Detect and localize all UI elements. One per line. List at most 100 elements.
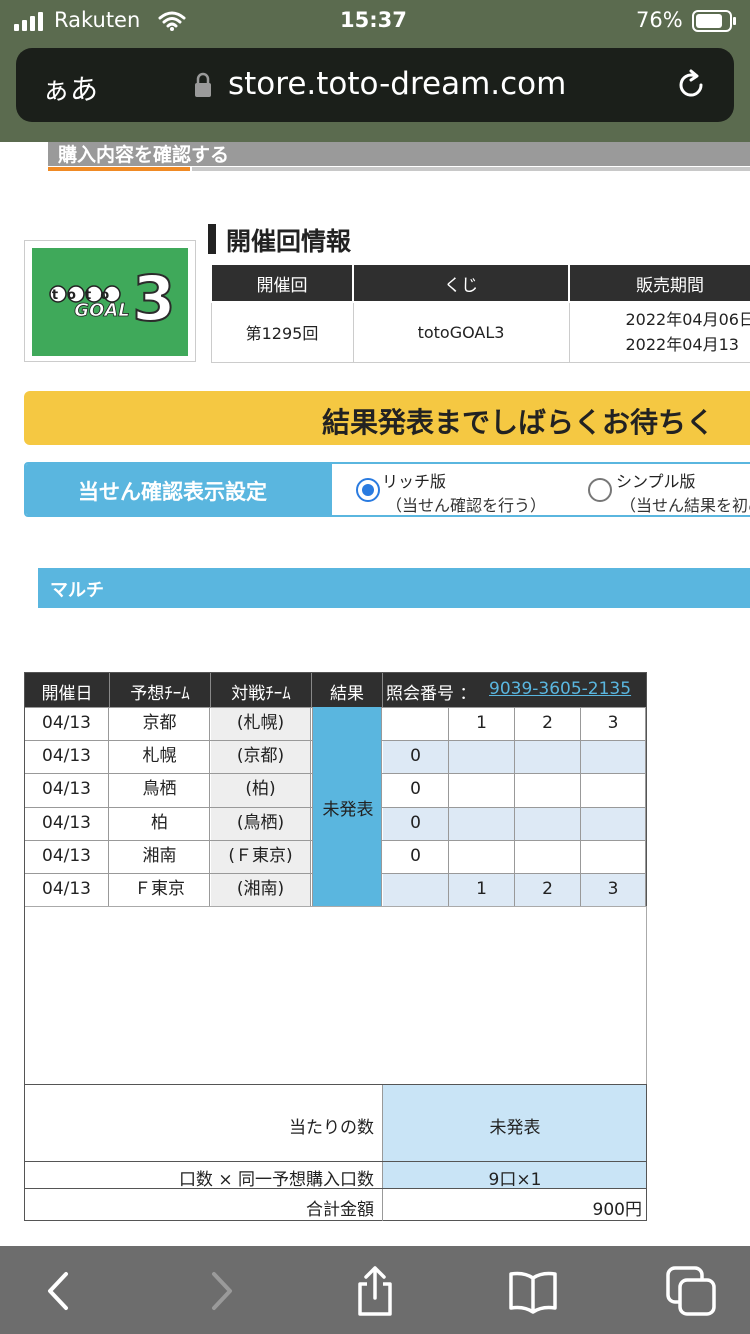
hits-value: 未発表 — [489, 1118, 541, 1138]
kaisai-info-table: 開催回 くじ 販売期間 第1295回 totoGOAL3 2022年04月06日… — [210, 263, 750, 363]
signal-icon — [14, 11, 48, 31]
browser-toolbar — [0, 1246, 750, 1334]
text-size-button[interactable]: ぁあ — [42, 68, 98, 108]
cell-choice: 3 — [581, 874, 646, 908]
header-kaisai: 開催回 — [210, 263, 354, 303]
total-row: 合計金額 900円 — [25, 1188, 646, 1221]
display-setting-label-box: 当せん確認表示設定 — [26, 464, 332, 515]
step-progress-track — [192, 167, 750, 171]
total-value: 900円 — [592, 1200, 642, 1220]
share-icon[interactable] — [348, 1264, 402, 1318]
tabs-icon[interactable] — [664, 1264, 718, 1318]
total-label: 合計金額 — [306, 1200, 374, 1220]
kaisai-value: 第1295回 — [210, 301, 354, 363]
back-icon[interactable] — [32, 1264, 86, 1318]
carrier-name: Rakuten — [54, 8, 141, 32]
hits-row: 当たりの数 未発表 — [25, 1084, 646, 1161]
reload-icon[interactable] — [674, 68, 708, 102]
hits-label: 当たりの数 — [289, 1118, 374, 1138]
step-progress-active — [48, 167, 190, 171]
cell-choice — [515, 741, 581, 775]
option-rich-title[interactable]: リッチ版 — [382, 468, 446, 492]
banner-text: 結果発表までしばらくお待ちく — [322, 406, 715, 439]
cell-choice: 0 — [383, 807, 449, 841]
units-row: 口数 × 同一予想購入口数 9口×1 — [25, 1161, 646, 1190]
cell-choice — [383, 708, 449, 742]
cell-choice: 2 — [515, 708, 581, 742]
empty-area — [25, 906, 646, 1084]
inquiry-number-link[interactable]: 9039-3605-2135 — [489, 679, 631, 699]
section-marker — [208, 224, 216, 254]
cell-team: 京都 — [110, 708, 210, 742]
clock: 15:37 — [340, 8, 407, 32]
result-status-cell: 未発表 — [312, 707, 382, 906]
option-simple-sub[interactable]: （当せん結果を初め — [620, 492, 750, 515]
cell-team: Ｆ東京 — [110, 874, 210, 908]
units-label: 口数 × 同一予想購入口数 — [178, 1170, 374, 1190]
cell-opponent: (鳥栖) — [211, 807, 311, 841]
url-text[interactable]: store.toto-dream.com — [228, 66, 566, 102]
cell-team: 札幌 — [110, 741, 210, 775]
cell-choice: 0 — [383, 741, 449, 775]
radio-simple[interactable]: シンプル版 （当せん結果を初め — [588, 464, 750, 515]
cell-date: 04/13 — [25, 807, 109, 841]
cell-choice: 2 — [515, 874, 581, 908]
radio-selected-icon[interactable] — [356, 478, 380, 502]
totogoal3-logo: 3 GOAL toto — [24, 240, 196, 362]
cell-choice — [383, 874, 449, 908]
cell-opponent: (札幌) — [211, 708, 311, 742]
kuji-value: totoGOAL3 — [352, 301, 570, 363]
lock-icon — [194, 72, 212, 98]
multi-section-bar: マルチ — [38, 568, 750, 608]
result-wait-banner: 結果発表までしばらくお待ちく — [24, 391, 750, 445]
cell-team: 湘南 — [110, 840, 210, 874]
cell-date: 04/13 — [25, 840, 109, 874]
cell-choice: 0 — [383, 840, 449, 874]
cell-opponent: (京都) — [211, 741, 311, 775]
option-rich-sub[interactable]: （当せん確認を行う） — [386, 492, 546, 515]
radio-rich[interactable]: リッチ版 （当せん確認を行う） — [356, 464, 576, 515]
step-header: 購入内容を確認する — [48, 142, 750, 166]
cell-choice: 3 — [581, 708, 646, 742]
cell-choice — [449, 774, 515, 808]
cell-choice — [515, 807, 581, 841]
forward-icon[interactable] — [194, 1264, 248, 1318]
header-opponent: 対戦ﾁｰﾑ — [231, 684, 291, 704]
cell-choice — [581, 741, 646, 775]
header-kuji: くじ — [352, 263, 570, 303]
bookmarks-icon[interactable] — [506, 1264, 560, 1318]
radio-unselected-icon[interactable] — [588, 478, 612, 502]
header-period: 販売期間 — [568, 263, 750, 303]
result-status: 未発表 — [322, 800, 374, 820]
web-page: 購入内容を確認する 3 GOAL toto 開催回情報 開催回 くじ 販売期間 … — [0, 142, 750, 1246]
cell-choice — [515, 774, 581, 808]
cell-choice: 1 — [449, 708, 515, 742]
display-setting-box: 当せん確認表示設定 リッチ版 （当せん確認を行う） シンプル版 （当せん結果を初… — [24, 462, 750, 517]
cell-choice — [515, 840, 581, 874]
period-value: 2022年04月06日 2022年04月13 — [568, 301, 750, 363]
cell-choice — [581, 840, 646, 874]
cell-choice — [449, 807, 515, 841]
cell-choice — [581, 807, 646, 841]
option-simple-title[interactable]: シンプル版 — [616, 468, 696, 492]
cell-date: 04/13 — [25, 774, 109, 808]
header-date: 開催日 — [41, 684, 93, 704]
units-value: 9口×1 — [488, 1170, 542, 1190]
cell-choice — [581, 774, 646, 808]
cell-date: 04/13 — [25, 741, 109, 775]
cell-choice: 1 — [449, 874, 515, 908]
address-bar[interactable]: ぁあ store.toto-dream.com — [16, 48, 734, 122]
period-start: 2022年04月06日 — [625, 310, 750, 330]
cell-choice — [449, 741, 515, 775]
cell-opponent: (湘南) — [211, 874, 311, 908]
cell-choice: 0 — [383, 774, 449, 808]
battery-percent: 76% — [636, 8, 683, 32]
inquiry-label: 照会番号 ： — [386, 684, 477, 704]
logo-word-bottom: GOAL — [74, 300, 129, 321]
cell-team: 柏 — [110, 807, 210, 841]
step-label: 購入内容を確認する — [58, 144, 230, 166]
display-setting-label: 当せん確認表示設定 — [78, 480, 267, 504]
cell-opponent: (Ｆ東京) — [211, 840, 311, 874]
logo-word-top: toto — [52, 288, 118, 303]
header-team: 予想ﾁｰﾑ — [130, 684, 190, 704]
